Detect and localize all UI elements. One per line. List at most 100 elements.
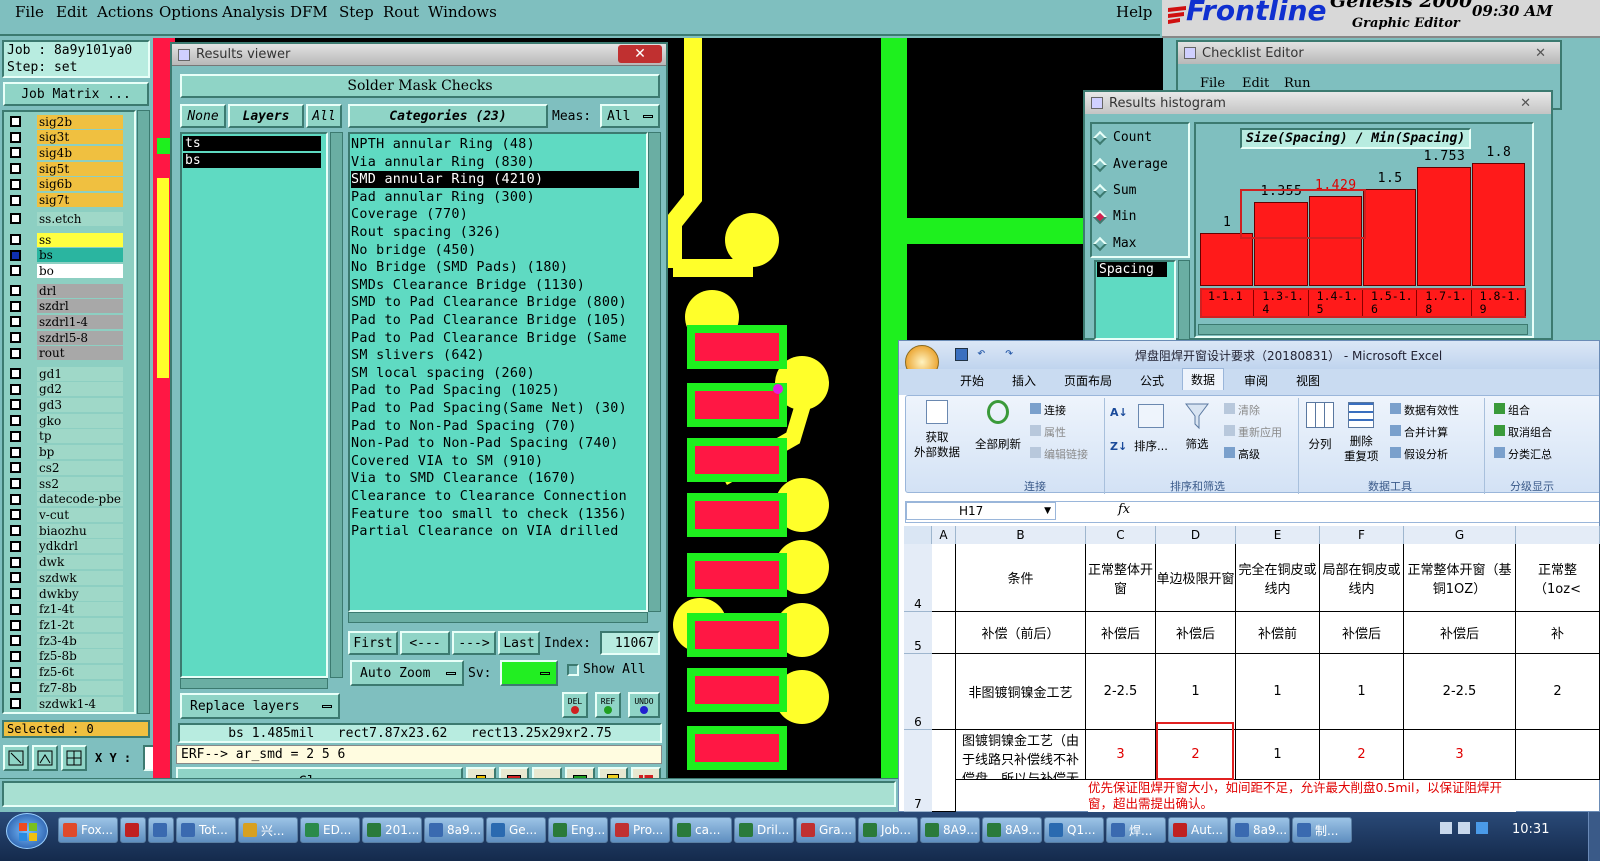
taskbar-item[interactable]: Eng...	[548, 817, 608, 843]
taskbar-item[interactable]: 焊...	[1106, 817, 1166, 843]
subtotal-link[interactable]: 分类汇总	[1494, 446, 1552, 462]
results-viewer-titlebar[interactable]: Results viewer ✕	[172, 44, 666, 66]
menu-step[interactable]: Step	[339, 3, 374, 21]
auto-zoom-button[interactable]: Auto Zoom	[350, 660, 464, 686]
layer-row[interactable]: gd3	[8, 397, 123, 412]
layer-row[interactable]: fz3-4b	[8, 633, 123, 648]
layer-row[interactable]: gd1	[8, 366, 123, 381]
category-item[interactable]: Via annular Ring (830)	[351, 154, 641, 171]
layer-row[interactable]: fz7-8b	[8, 680, 123, 695]
group-link[interactable]: 组合	[1494, 402, 1530, 418]
del-button[interactable]: DEL	[562, 692, 588, 718]
table-cell[interactable]: 1	[1156, 654, 1236, 730]
undo-button[interactable]: UNDO	[628, 692, 660, 718]
layer-checkbox[interactable]	[10, 249, 21, 261]
category-item[interactable]: Pad annular Ring (300)	[351, 189, 641, 206]
layer-row[interactable]: sig4b	[8, 145, 123, 160]
fx-icon[interactable]: fx	[1118, 502, 1130, 517]
layer-row[interactable]: ss	[8, 232, 123, 247]
layer-item-ts[interactable]: ts	[183, 136, 321, 151]
histogram-hscroll[interactable]	[1198, 324, 1528, 335]
layer-row[interactable]: biaozhu	[8, 523, 123, 538]
option-count[interactable]: Count	[1092, 130, 1152, 145]
categories-vscroll[interactable]	[648, 132, 661, 612]
taskbar-item[interactable]: 201...	[362, 817, 422, 843]
histogram-bar[interactable]	[1200, 233, 1254, 286]
layer-row[interactable]: szdrl5-8	[8, 330, 123, 345]
table-cell[interactable]: 补偿后	[1156, 612, 1236, 654]
layer-row[interactable]: datecode-pbe	[8, 492, 123, 507]
taskbar-item[interactable]: Fox...	[58, 817, 118, 843]
edit-links-link[interactable]: 编辑链接	[1030, 446, 1088, 462]
layer-checkbox[interactable]	[10, 446, 21, 458]
taskbar-item[interactable]: 制...	[1292, 817, 1352, 843]
category-item[interactable]: SMD annular Ring (4210)	[351, 171, 639, 189]
column-header[interactable]: A	[932, 526, 956, 544]
taskbar-item[interactable]: ca...	[672, 817, 732, 843]
taskbar-item[interactable]: 8A9...	[982, 817, 1042, 843]
name-box[interactable]: H17 ▼	[906, 502, 1056, 520]
all-layers-button[interactable]: All	[306, 104, 342, 128]
text-to-columns-button[interactable]: 分列	[1306, 402, 1334, 452]
taskbar-item[interactable]	[148, 817, 174, 843]
categories-button[interactable]: Categories (23)	[348, 104, 548, 128]
layer-checkbox[interactable]	[10, 383, 21, 395]
layer-checkbox[interactable]	[10, 213, 21, 224]
category-item[interactable]: Rout spacing (326)	[351, 224, 641, 241]
menu-file[interactable]: File	[15, 3, 44, 21]
what-if-link[interactable]: 假设分析	[1390, 446, 1448, 462]
layer-row[interactable]: sig3t	[8, 130, 123, 145]
taskbar-item[interactable]: Pro...	[610, 817, 670, 843]
sort-za-icon[interactable]: Z↓	[1110, 440, 1127, 453]
layer-checkbox[interactable]	[10, 347, 21, 359]
category-item[interactable]: Pad to Pad Spacing (1025)	[351, 382, 641, 399]
table-cell[interactable]: 补偿后	[1320, 612, 1404, 654]
layer-row[interactable]: bs	[8, 248, 123, 263]
table-cell[interactable]	[932, 544, 956, 612]
undo-icon[interactable]: ↶	[977, 345, 985, 361]
row-header[interactable]: 5	[904, 612, 932, 654]
sort-button[interactable]: 排序...	[1134, 404, 1168, 454]
layer-row[interactable]: dwk	[8, 555, 123, 570]
table-cell[interactable]: 正常整体开窗	[1086, 544, 1156, 612]
clear-link[interactable]: 清除	[1224, 402, 1260, 418]
taskbar-item[interactable]: Dril...	[734, 817, 794, 843]
connections-link[interactable]: 连接	[1030, 402, 1066, 418]
layer-row[interactable]: drl	[8, 283, 123, 298]
layer-row[interactable]: ss.etch	[8, 211, 123, 226]
layer-row[interactable]: ydkdrl	[8, 539, 123, 554]
excel-titlebar[interactable]: ↶ ↷ 焊盘阻焊开窗设计要求（20180831） - Microsoft Exc…	[899, 341, 1599, 379]
redo-icon[interactable]: ↷	[1005, 345, 1013, 361]
layer-row[interactable]: fz1-2t	[8, 618, 123, 633]
option-average[interactable]: Average	[1092, 157, 1168, 172]
category-item[interactable]: Non-Pad to Non-Pad Spacing (740)	[351, 435, 641, 452]
categories-hscroll[interactable]	[348, 612, 648, 623]
corner-cell[interactable]	[904, 526, 932, 544]
column-header[interactable]: B	[956, 526, 1086, 544]
layer-checkbox[interactable]	[10, 666, 21, 678]
layer-checkbox[interactable]	[10, 316, 21, 328]
category-item[interactable]: Clearance to Clearance Connection	[351, 488, 641, 505]
category-item[interactable]: No bridge (450)	[351, 242, 641, 259]
menu-rout[interactable]: Rout	[383, 3, 419, 21]
table-cell[interactable]: 3	[1404, 730, 1516, 780]
category-item[interactable]: SM local spacing (260)	[351, 365, 641, 382]
layer-row[interactable]: ss2	[8, 476, 123, 491]
layer-checkbox[interactable]	[10, 540, 21, 552]
column-header[interactable]: C	[1086, 526, 1156, 544]
layer-row[interactable]: v-cut	[8, 507, 123, 522]
category-item[interactable]: Pad to Non-Pad Spacing (70)	[351, 418, 641, 435]
menu-help[interactable]: Help	[1116, 3, 1152, 21]
layer-row[interactable]: fz5-6t	[8, 665, 123, 680]
taskbar-item[interactable]	[120, 817, 146, 843]
layer-row[interactable]: sig6b	[8, 177, 123, 192]
layer-row[interactable]: szdwk1-4	[8, 696, 123, 711]
row-header[interactable]: 7	[904, 730, 932, 812]
ribbon-tab[interactable]: 公式	[1140, 372, 1164, 389]
row-header[interactable]: 6	[904, 654, 932, 730]
checklist-titlebar[interactable]: Checklist Editor ✕	[1178, 42, 1560, 64]
layer-checkbox[interactable]	[10, 368, 21, 379]
layer-checkbox[interactable]	[10, 265, 21, 277]
histogram-bar[interactable]	[1471, 163, 1525, 286]
category-item[interactable]: SMD to Pad Clearance Bridge (800)	[351, 294, 641, 311]
